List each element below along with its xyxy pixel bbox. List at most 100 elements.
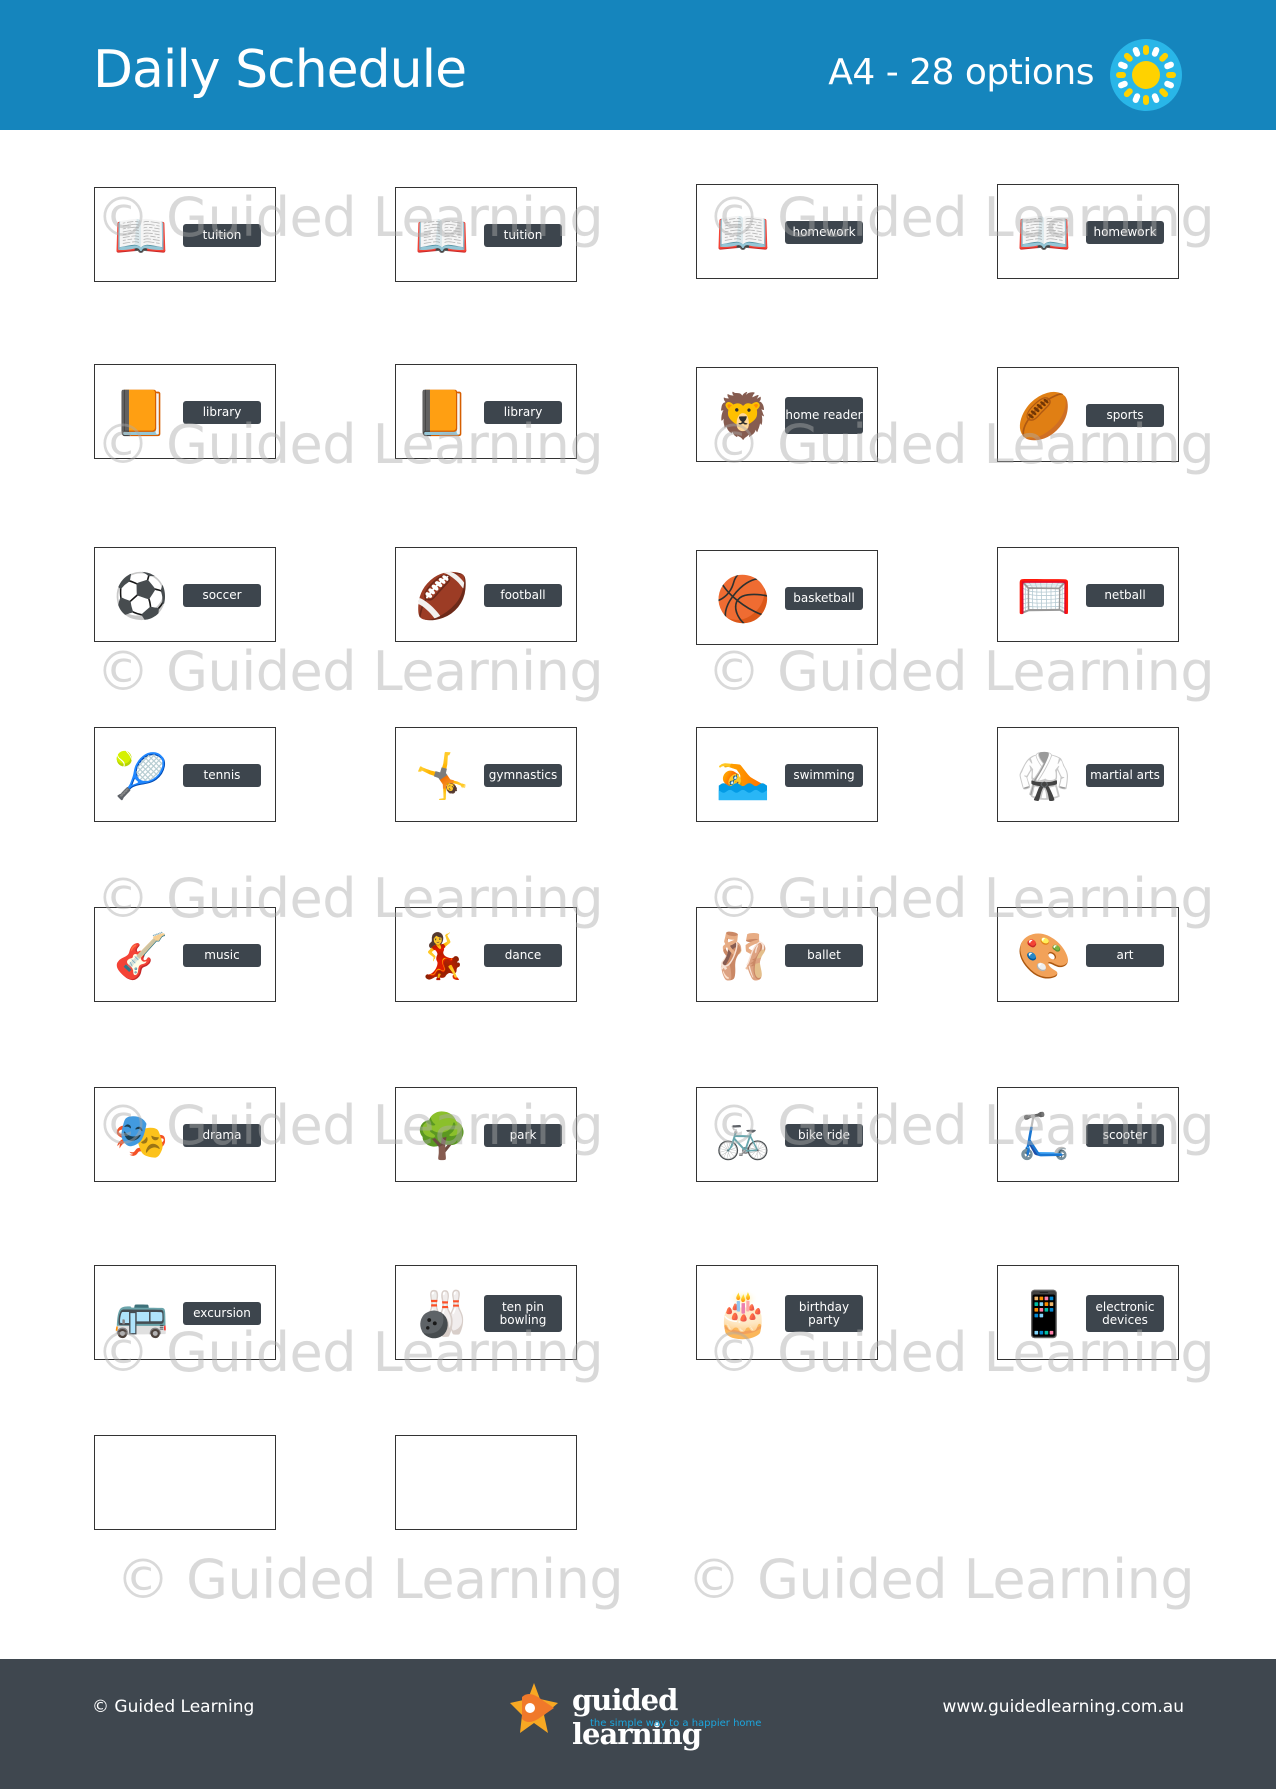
tree-swing-icon: 🌳 (414, 1112, 470, 1161)
card-label: home reader (785, 397, 863, 434)
paint-palette-icon: 🎨 (1016, 932, 1072, 981)
basketball-hoop-icon: 🏀 (715, 575, 771, 624)
schedule-card-library[interactable]: 📙 library (395, 364, 577, 459)
card-label: ten pin bowling (484, 1295, 562, 1332)
soccer-ball-icon: ⚽ (113, 572, 169, 621)
footer-website-link[interactable]: www.guidedlearning.com.au (942, 1697, 1184, 1717)
card-label: bike ride (785, 1124, 863, 1147)
sun-ray (1166, 72, 1176, 78)
card-label: basketball (785, 587, 863, 610)
card-label: gymnastics (484, 764, 562, 787)
card-label: tuition (484, 224, 562, 247)
card-label: swimming (785, 764, 863, 787)
card-label: soccer (183, 584, 261, 607)
schedule-card-scooter[interactable]: 🛴 scooter (997, 1087, 1179, 1182)
martial-arts-uniform-icon: 🥋 (1016, 752, 1072, 801)
guided-learning-logo[interactable]: guided learning the simple way to a happ… (508, 1681, 798, 1751)
orange-book-icon: 📙 (414, 389, 470, 438)
open-book-pencil-icon: 📖 (1016, 209, 1072, 258)
card-label: library (183, 401, 261, 424)
sun-ray (1116, 72, 1126, 78)
theatre-masks-icon: 🎭 (113, 1112, 169, 1161)
card-label: park (484, 1124, 562, 1147)
card-label: music (183, 944, 261, 967)
schedule-card-electronic-devices[interactable]: 📱 electronic devices (997, 1265, 1179, 1360)
card-label: homework (1086, 221, 1164, 244)
schedule-card-ten-pin-bowling[interactable]: 🎳 ten pin bowling (395, 1265, 577, 1360)
schedule-card-soccer[interactable]: ⚽ soccer (94, 547, 276, 642)
sun-core (1132, 61, 1160, 89)
footer-copyright: © Guided Learning (92, 1697, 255, 1717)
card-label: dance (484, 944, 562, 967)
schedule-card-dance[interactable]: 💃 dance (395, 907, 577, 1002)
sun-ray (1150, 92, 1161, 104)
schedule-card-homework[interactable]: 📖 homework (696, 184, 878, 279)
schedule-card-home-reader[interactable]: 🦁 home reader (696, 367, 878, 462)
birthday-cake-icon: 🎂 (715, 1290, 771, 1339)
schedule-card-tuition[interactable]: 📖 tuition (395, 187, 577, 282)
sun-ray (1122, 87, 1134, 99)
schedule-card-swimming[interactable]: 🏊 swimming (696, 727, 878, 822)
logo-tagline: the simple way to a happier home (590, 1718, 762, 1729)
schedule-card-homework[interactable]: 📖 homework (997, 184, 1179, 279)
schedule-card-gymnastics[interactable]: 🤸 gymnastics (395, 727, 577, 822)
netball-hoop-icon: 🥅 (1016, 572, 1072, 621)
sports-balls-icon: 🏉 (1016, 392, 1072, 441)
card-label: drama (183, 1124, 261, 1147)
open-book-pen-icon: 📖 (414, 212, 470, 261)
logo-name: guided learning (572, 1683, 702, 1751)
sun-icon (1110, 39, 1182, 111)
schedule-card-martial-arts[interactable]: 🥋 martial arts (997, 727, 1179, 822)
card-label: ballet (785, 944, 863, 967)
schedule-card-tennis[interactable]: 🎾 tennis (94, 727, 276, 822)
watermark-text: © Guided Learning (96, 640, 604, 703)
card-label: birthday party (785, 1295, 863, 1332)
sun-ray (1117, 60, 1129, 71)
watermark-text: © Guided Learning (707, 640, 1215, 703)
sun-ray (1131, 46, 1142, 58)
gymnast-rings-icon: 🤸 (414, 752, 470, 801)
sun-ray (1143, 95, 1149, 105)
dancing-boy-icon: 💃 (414, 932, 470, 981)
schedule-card-tuition[interactable]: 📖 tuition (94, 187, 276, 282)
card-label: scooter (1086, 1124, 1164, 1147)
schedule-card-library[interactable]: 📙 library (94, 364, 276, 459)
card-label: tennis (183, 764, 261, 787)
blank-card[interactable] (94, 1435, 276, 1530)
schedule-card-ballet[interactable]: 🩰 ballet (696, 907, 878, 1002)
page-title: Daily Schedule (93, 40, 467, 100)
open-book-pen-icon: 📖 (113, 212, 169, 261)
devices-icon: 📱 (1016, 1290, 1072, 1339)
schedule-card-art[interactable]: 🎨 art (997, 907, 1179, 1002)
schedule-card-birthday-party[interactable]: 🎂 birthday party (696, 1265, 878, 1360)
blank-card[interactable] (395, 1435, 577, 1530)
card-label: homework (785, 221, 863, 244)
sun-ray (1131, 92, 1142, 104)
card-label: tuition (183, 224, 261, 247)
open-book-pencil-icon: 📖 (715, 209, 771, 258)
tennis-racket-icon: 🎾 (113, 752, 169, 801)
schedule-card-bike-ride[interactable]: 🚲 bike ride (696, 1087, 878, 1182)
card-label: art (1086, 944, 1164, 967)
schedule-card-park[interactable]: 🌳 park (395, 1087, 577, 1182)
schedule-card-football[interactable]: 🏈 football (395, 547, 577, 642)
sun-ray (1143, 45, 1149, 55)
schedule-card-netball[interactable]: 🥅 netball (997, 547, 1179, 642)
card-label: martial arts (1086, 764, 1164, 787)
watermark-text: © Guided Learning (116, 1548, 624, 1611)
sun-ray (1163, 79, 1175, 90)
schedule-card-excursion[interactable]: 🚌 excursion (94, 1265, 276, 1360)
page-subtitle: A4 - 28 options (828, 52, 1094, 93)
schedule-card-drama[interactable]: 🎭 drama (94, 1087, 276, 1182)
musical-instruments-icon: 🎸 (113, 932, 169, 981)
bus-icon: 🚌 (113, 1290, 169, 1339)
sun-ray (1158, 51, 1170, 63)
football-icon: 🏈 (414, 572, 470, 621)
header: Daily Schedule A4 - 28 options (0, 0, 1276, 130)
schedule-card-music[interactable]: 🎸 music (94, 907, 276, 1002)
sun-ray (1158, 87, 1170, 99)
schedule-card-sports[interactable]: 🏉 sports (997, 367, 1179, 462)
bicycle-icon: 🚲 (715, 1112, 771, 1161)
card-label: netball (1086, 584, 1164, 607)
schedule-card-basketball[interactable]: 🏀 basketball (696, 550, 878, 645)
